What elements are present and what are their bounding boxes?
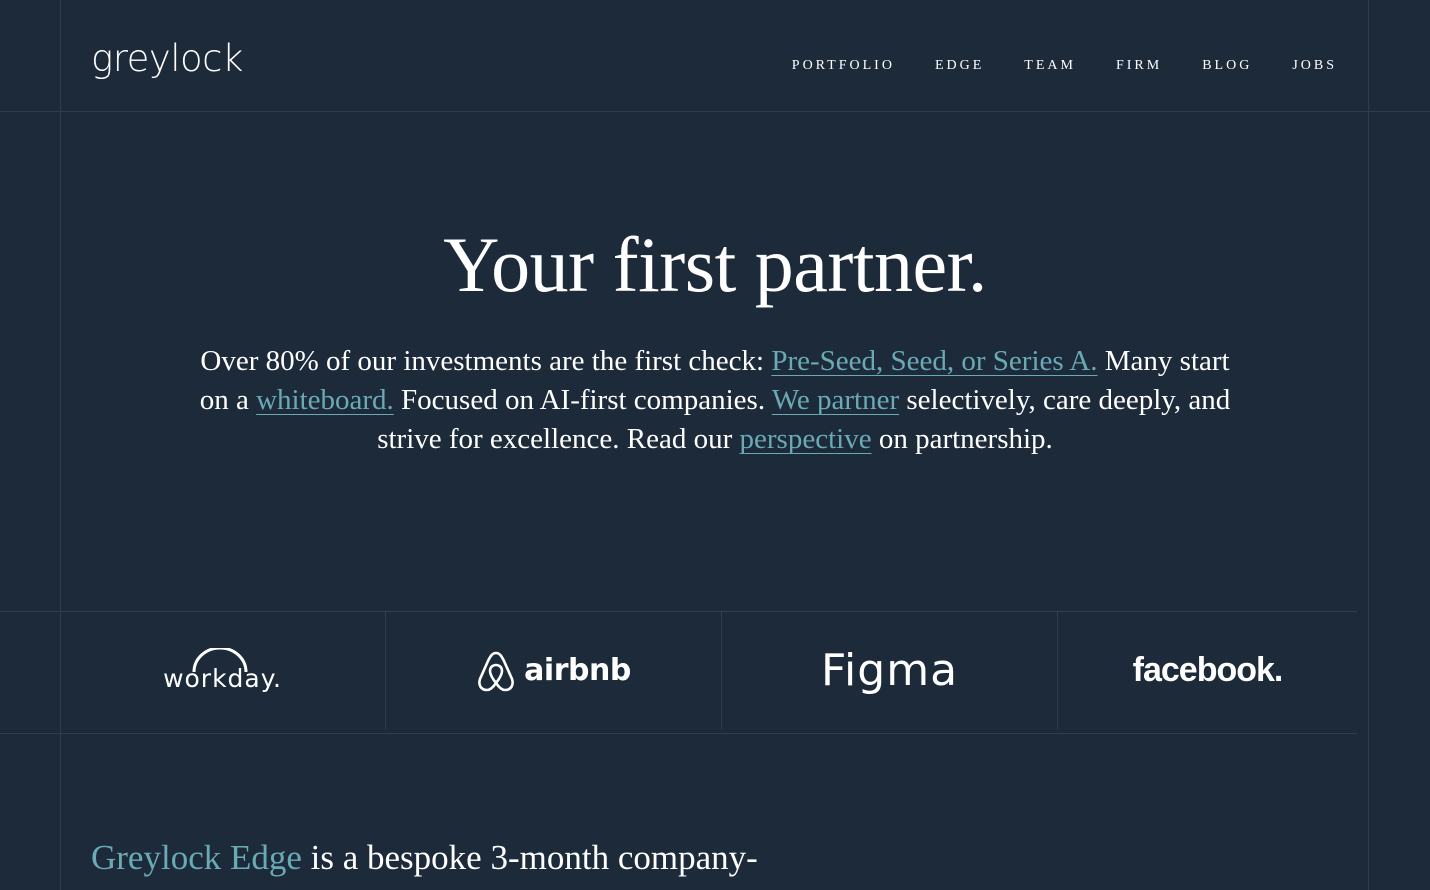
hero-title: Your first partner.: [443, 221, 987, 308]
workday-logo: workday.: [163, 664, 282, 693]
top-nav: greylock PORTFOLIO EDGE TEAM FIRM BLOG J…: [0, 0, 1430, 112]
whiteboard-link[interactable]: whiteboard.: [256, 384, 394, 416]
greylock-edge-link[interactable]: Greylock Edge: [91, 838, 302, 877]
hero-section: Your first partner. Over 80% of our inve…: [0, 220, 1430, 459]
portfolio-logos: workday. airbnb Figma facebook.: [0, 611, 1357, 734]
logo-cell-airbnb[interactable]: airbnb: [386, 612, 722, 729]
facebook-logo: facebook.: [1132, 651, 1284, 689]
nav-firm[interactable]: FIRM: [1116, 58, 1162, 74]
logo-cell-facebook[interactable]: facebook.: [1058, 612, 1357, 729]
airbnb-wordmark: airbnb: [524, 653, 631, 688]
stages-link[interactable]: Pre-Seed, Seed, or Series A.: [771, 345, 1097, 377]
logo-cell-figma[interactable]: Figma: [722, 612, 1058, 729]
airbnb-logo: airbnb: [476, 649, 631, 693]
we-partner-link[interactable]: We partner: [772, 384, 899, 416]
nav-team[interactable]: TEAM: [1024, 58, 1076, 74]
nav-links: PORTFOLIO EDGE TEAM FIRM BLOG JOBS: [792, 58, 1337, 74]
nav-edge[interactable]: EDGE: [935, 58, 984, 74]
hero-description: Over 80% of our investments are the firs…: [195, 342, 1235, 459]
edge-intro: Greylock Edge is a bespoke 3-month compa…: [91, 836, 758, 880]
figma-logo: Figma: [820, 645, 959, 696]
edge-text: is a bespoke 3-month company-: [301, 838, 758, 877]
hero-text-3: Focused on AI-first companies.: [393, 383, 772, 416]
nav-jobs[interactable]: JOBS: [1292, 58, 1337, 74]
airbnb-belo-icon: [478, 651, 515, 691]
greylock-logo[interactable]: greylock: [91, 40, 243, 77]
hero-text-1: Over 80% of our investments are the firs…: [200, 344, 772, 377]
perspective-link[interactable]: perspective: [740, 423, 872, 455]
hero-text-5: on partnership.: [871, 422, 1053, 455]
nav-blog[interactable]: BLOG: [1202, 58, 1252, 74]
nav-portfolio[interactable]: PORTFOLIO: [792, 58, 895, 74]
logo-cell-workday[interactable]: workday.: [60, 612, 386, 729]
